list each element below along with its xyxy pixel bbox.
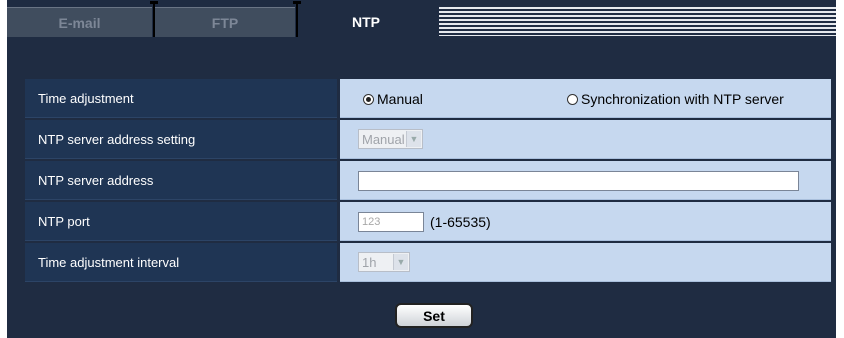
chevron-down-icon: ▼ — [393, 254, 408, 270]
ntp-server-address-setting-select[interactable]: Manual ▼ — [358, 129, 423, 149]
ntp-port-value: 123 (1-65535) — [340, 202, 831, 241]
select-value: 1h — [362, 254, 377, 270]
time-adjustment-interval-select[interactable]: 1h ▼ — [358, 252, 410, 272]
ntp-port-input[interactable]: 123 — [358, 212, 424, 232]
radio-ntp-sync[interactable]: Synchronization with NTP server — [567, 91, 784, 107]
ntp-server-address-setting-value: Manual ▼ — [340, 120, 831, 159]
radio-manual-label: Manual — [377, 91, 423, 107]
row-ntp-port: NTP port 123 (1-65535) — [25, 202, 831, 241]
ntp-server-address-input[interactable] — [358, 171, 799, 191]
ntp-server-address-setting-label: NTP server address setting — [25, 120, 337, 159]
ntp-server-address-label: NTP server address — [25, 161, 337, 200]
time-adjustment-label: Time adjustment — [25, 79, 337, 118]
ntp-port-range-hint: (1-65535) — [430, 214, 491, 230]
row-ntp-server-address-setting: NTP server address setting Manual ▼ — [25, 120, 831, 159]
ntp-port-label: NTP port — [25, 202, 337, 241]
ntp-server-address-value — [340, 161, 831, 200]
row-ntp-server-address: NTP server address — [25, 161, 831, 200]
tab-bar-stripes — [439, 7, 836, 36]
radio-icon — [567, 93, 578, 105]
row-time-adjustment-interval: Time adjustment interval 1h ▼ — [25, 243, 831, 282]
row-time-adjustment: Time adjustment Manual Synchronization w… — [25, 79, 831, 118]
time-adjustment-interval-label: Time adjustment interval — [25, 243, 337, 282]
tab-email[interactable]: E-mail — [7, 7, 152, 37]
select-value: Manual — [362, 131, 405, 147]
tab-ntp[interactable]: NTP — [298, 7, 434, 37]
radio-manual[interactable]: Manual — [363, 91, 423, 107]
tab-ftp[interactable]: FTP — [155, 7, 295, 37]
time-adjustment-value: Manual Synchronization with NTP server — [340, 79, 831, 118]
radio-icon — [363, 93, 374, 105]
set-button[interactable]: Set — [395, 303, 473, 328]
chevron-down-icon: ▼ — [406, 131, 421, 147]
time-adjustment-interval-value: 1h ▼ — [340, 243, 831, 282]
radio-ntp-sync-label: Synchronization with NTP server — [581, 91, 784, 107]
